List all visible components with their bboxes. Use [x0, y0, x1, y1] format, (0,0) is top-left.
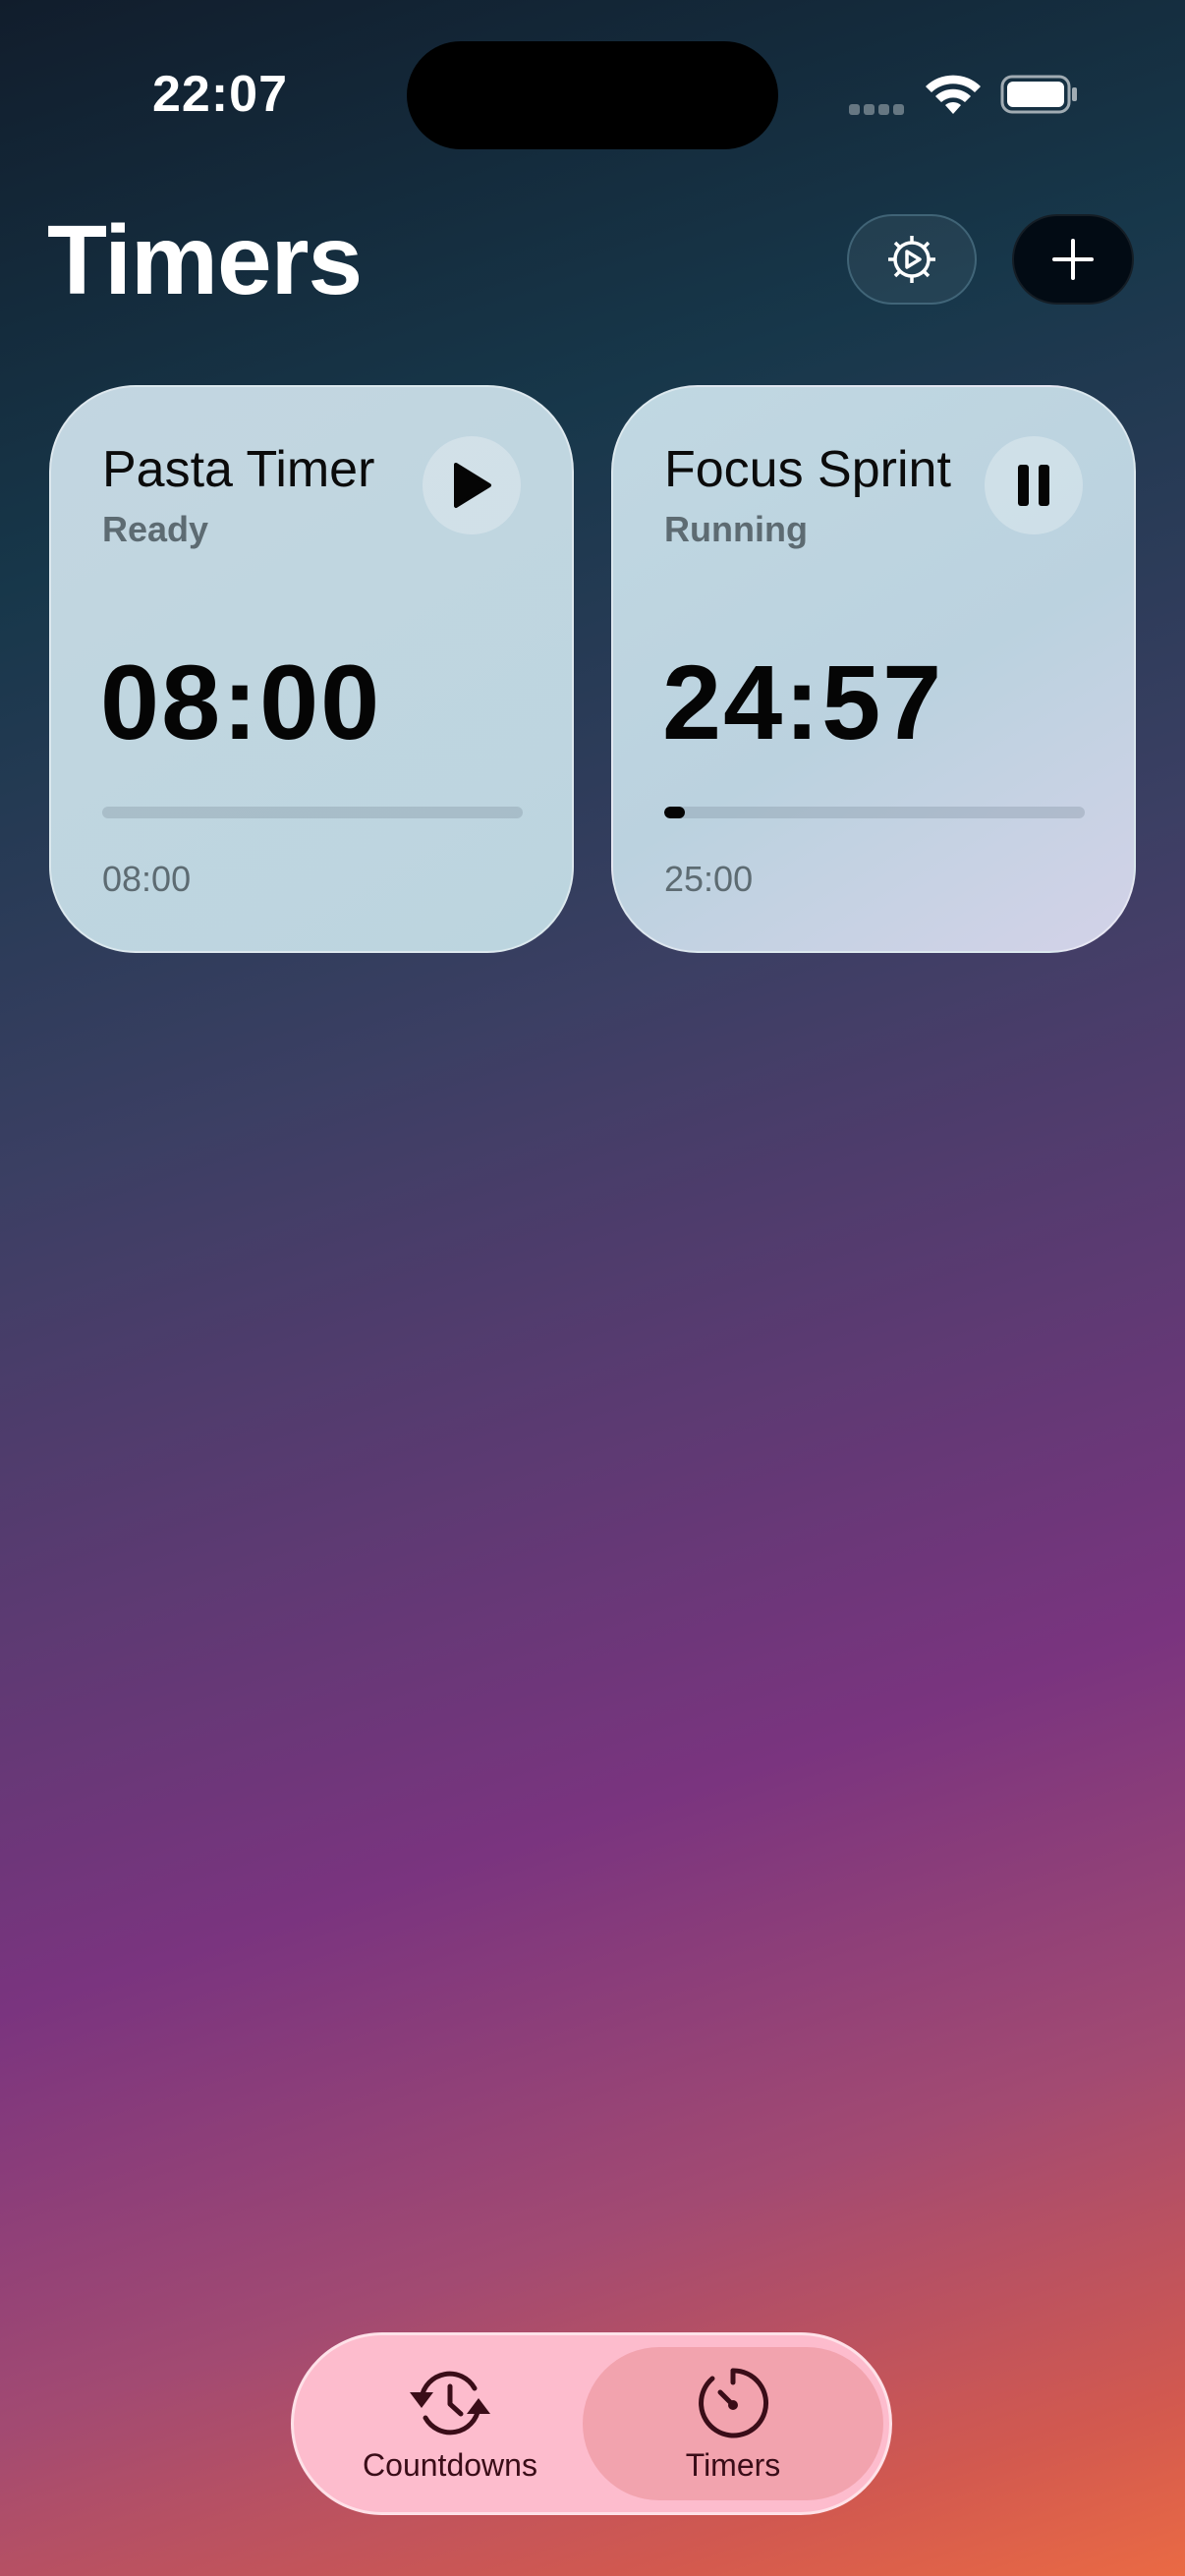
timer-status: Running	[664, 509, 808, 549]
tab-bar: Countdowns Timers	[291, 2332, 892, 2515]
timer-card[interactable]: Focus Sprint Running 24:57 25:00	[611, 385, 1136, 953]
play-icon	[454, 463, 491, 508]
timer-progress-bar	[664, 807, 1085, 818]
timer-total: 08:00	[102, 859, 192, 899]
timer-remaining: 08:00	[100, 643, 382, 761]
tab-label: Countdowns	[363, 2446, 537, 2483]
add-timer-button[interactable]	[1012, 214, 1134, 305]
gear-play-icon	[888, 236, 935, 283]
play-button[interactable]	[423, 436, 521, 534]
timer-remaining: 24:57	[662, 643, 944, 761]
clock-arrows-icon	[410, 2371, 490, 2435]
tab-timers[interactable]: Timers	[583, 2347, 883, 2500]
status-time: 22:07	[152, 66, 288, 123]
timer-status: Ready	[102, 509, 209, 549]
page-title: Timers	[47, 205, 363, 315]
timer-progress-fill	[664, 807, 686, 818]
timer-progress-bar	[102, 807, 523, 818]
dynamic-island	[407, 41, 778, 149]
cellular-signal-icon	[849, 104, 906, 116]
timer-card[interactable]: Pasta Timer Ready 08:00 08:00	[49, 385, 574, 953]
timer-name: Pasta Timer	[102, 441, 375, 498]
timer-name: Focus Sprint	[664, 441, 951, 498]
timer-total: 25:00	[664, 859, 754, 899]
tab-countdowns[interactable]: Countdowns	[302, 2347, 598, 2500]
timer-icon	[699, 2367, 769, 2437]
plus-icon	[1052, 239, 1094, 280]
settings-button[interactable]	[847, 214, 977, 305]
wifi-icon	[926, 75, 981, 114]
pause-button[interactable]	[985, 436, 1083, 534]
battery-icon	[1000, 75, 1077, 114]
pause-icon	[1018, 465, 1049, 506]
tab-label: Timers	[685, 2446, 781, 2483]
